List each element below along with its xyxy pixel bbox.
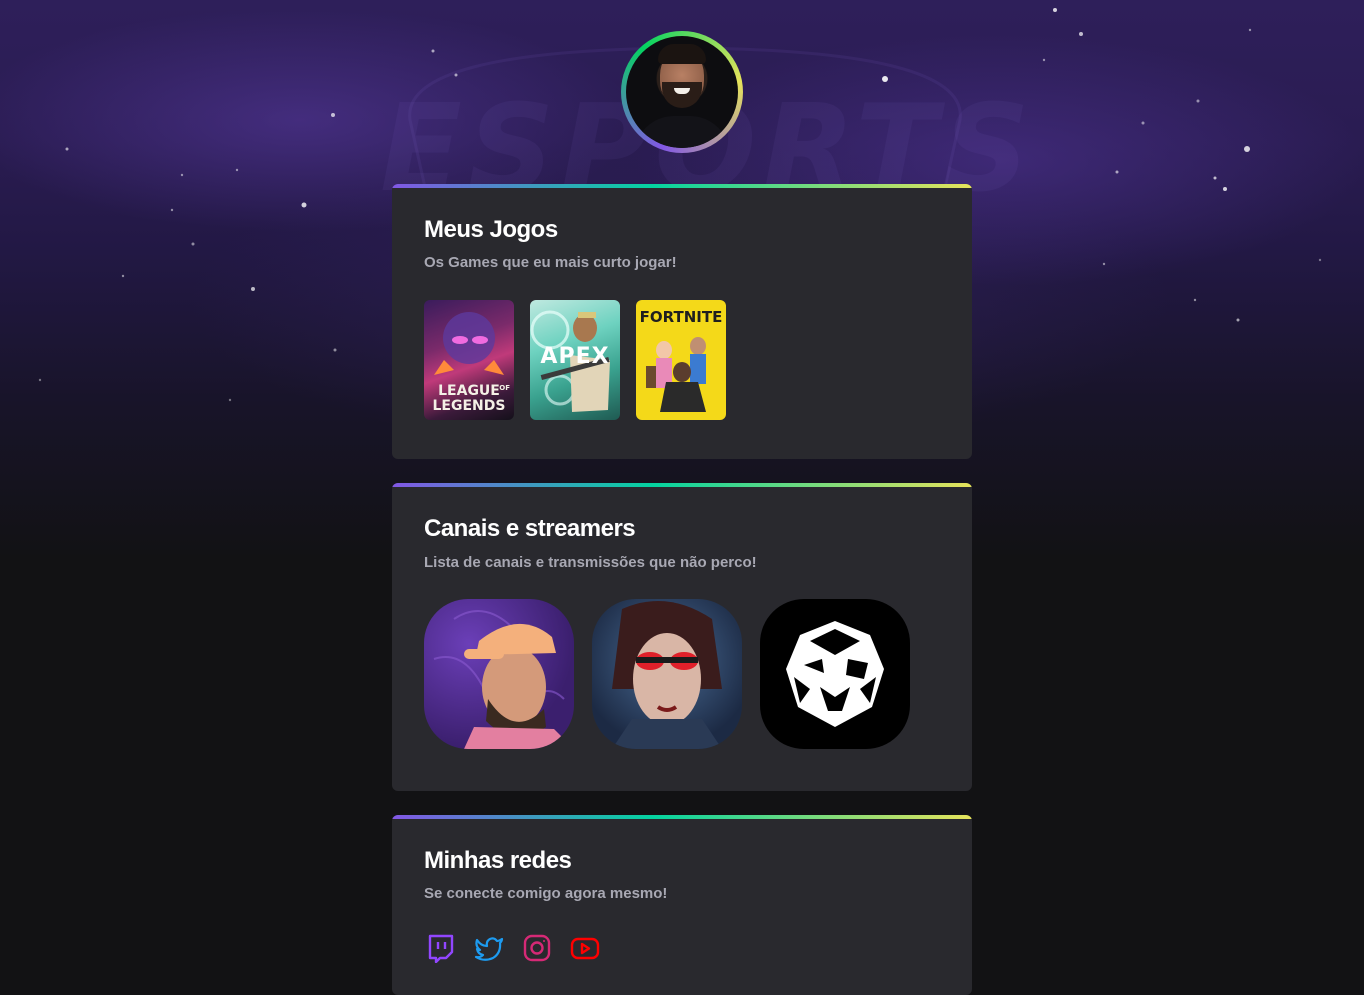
game-card-apex-legends[interactable]: APEX <box>530 300 620 420</box>
twitch-icon[interactable] <box>426 933 456 964</box>
socials-subtitle: Se conecte comigo agora mesmo! <box>424 885 668 902</box>
games-title: Meus Jogos <box>424 216 558 243</box>
profile-avatar-ring <box>621 31 743 153</box>
streamer-3-avatar[interactable] <box>760 599 910 749</box>
game-card-league-of-legends[interactable]: LEAGUE OF LEGENDS <box>424 300 514 420</box>
game-label-apex: APEX <box>540 344 610 369</box>
streamers-card: Canais e streamers Lista de canais e tra… <box>392 483 972 791</box>
streamer-2-avatar[interactable] <box>592 599 742 749</box>
streamer-1-avatar[interactable] <box>424 599 574 749</box>
twitter-icon[interactable] <box>474 933 504 963</box>
youtube-icon[interactable] <box>570 933 600 963</box>
games-subtitle: Os Games que eu mais curto jogar! <box>424 254 677 271</box>
socials-card: Minhas redes Se conecte comigo agora mes… <box>392 815 972 995</box>
streamers-subtitle: Lista de canais e transmissões que não p… <box>424 554 757 571</box>
game-label-lol-of: OF <box>499 384 510 392</box>
game-label-lol-2: LEGENDS <box>432 398 506 414</box>
games-card: Meus Jogos Os Games que eu mais curto jo… <box>392 184 972 459</box>
instagram-icon[interactable] <box>522 933 552 963</box>
game-label-fortnite: FORTNITE <box>639 308 723 326</box>
profile-avatar <box>626 36 738 148</box>
game-card-fortnite[interactable]: FORTNITE <box>636 300 726 420</box>
streamers-title: Canais e streamers <box>424 515 636 542</box>
socials-title: Minhas redes <box>424 847 572 874</box>
